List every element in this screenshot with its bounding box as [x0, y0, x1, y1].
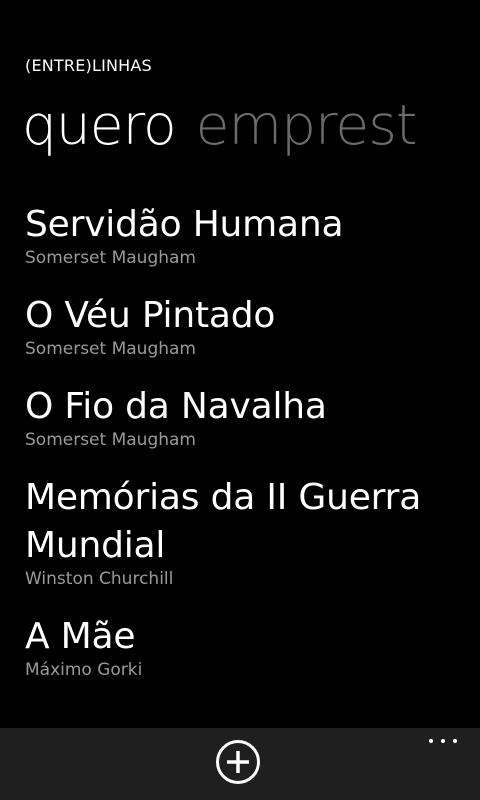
app-title: (ENTRE)LINHAS	[25, 56, 152, 75]
app-screen: (ENTRE)LINHAS quero emprest Servidão Huma…	[0, 0, 480, 800]
book-author: Máximo Gorki	[25, 660, 143, 680]
book-title: A Mãe	[25, 616, 136, 657]
list-item[interactable]: Memórias da II Guerra Mundial Winston Ch…	[25, 474, 470, 590]
list-item[interactable]: Servidão Humana Somerset Maugham	[25, 201, 470, 269]
book-title: O Fio da Navalha	[25, 386, 327, 427]
book-title: Memórias da II Guerra Mundial	[25, 477, 422, 566]
ellipsis-dot	[429, 739, 433, 743]
book-list: Servidão Humana Somerset Maugham O Véu P…	[25, 201, 470, 704]
list-item[interactable]: O Véu Pintado Somerset Maugham	[25, 292, 470, 360]
plus-circle-icon	[227, 751, 249, 773]
ellipsis-dot	[441, 739, 445, 743]
list-item[interactable]: A Mãe Máximo Gorki	[25, 613, 470, 681]
more-button[interactable]	[428, 734, 458, 748]
pivot-header: quero emprest	[22, 88, 480, 168]
pivot-tab-quero[interactable]: quero	[22, 88, 177, 162]
book-title: Servidão Humana	[25, 204, 344, 245]
book-author: Winston Churchill	[25, 569, 174, 589]
book-author: Somerset Maugham	[25, 430, 196, 450]
ellipsis-dot	[453, 739, 457, 743]
add-button[interactable]	[216, 740, 260, 784]
book-author: Somerset Maugham	[25, 339, 196, 359]
list-item[interactable]: O Fio da Navalha Somerset Maugham	[25, 383, 470, 451]
book-author: Somerset Maugham	[25, 248, 196, 268]
pivot-tab-emprest[interactable]: emprest	[196, 88, 418, 162]
app-bar	[0, 728, 480, 800]
book-title: O Véu Pintado	[25, 295, 276, 336]
